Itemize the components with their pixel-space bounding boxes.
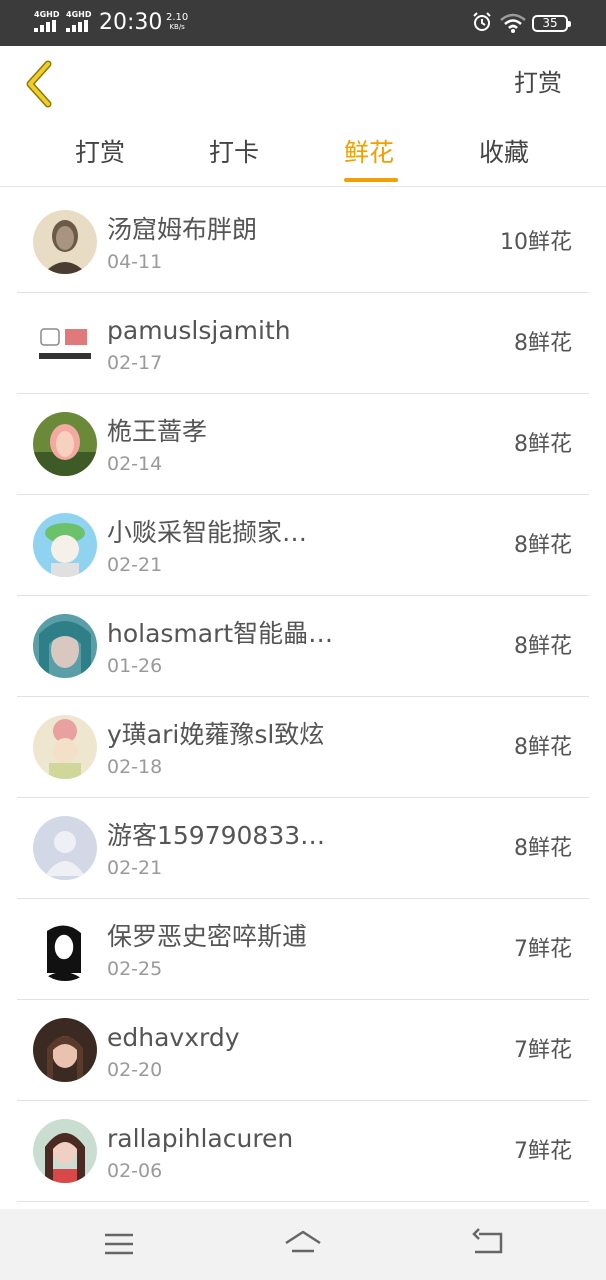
signal-bars-icon [66, 20, 92, 32]
date: 02-20 [107, 1059, 163, 1081]
tab-bar: 打赏 打卡 鲜花 收藏 [0, 126, 606, 187]
menu-button[interactable] [99, 1225, 139, 1261]
user-name: 小赕采智能撷家… [107, 518, 308, 547]
menu-icon [105, 1233, 133, 1255]
system-nav-bar [0, 1209, 606, 1280]
list-item[interactable]: 保罗恶史密啐斯逋 02-25 7鲜花 [17, 899, 589, 1000]
return-icon [472, 1228, 503, 1254]
speed-value: 2.10 [166, 12, 189, 23]
flower-count: 7鲜花 [514, 1038, 572, 1063]
speed-unit: KB/s [169, 23, 185, 31]
user-name: 桅王蔷孝 [107, 417, 208, 446]
network-type-2: 4GHD [66, 10, 92, 19]
flower-count: 7鲜花 [514, 1139, 572, 1164]
tab-favorites[interactable]: 收藏 [479, 136, 529, 170]
flower-list: 汤窟姆布胖朗 04-11 10鲜花 pamuslsjamith 02-17 8鲜… [17, 192, 589, 1202]
list-item[interactable]: 桅王蔷孝 02-14 8鲜花 [17, 394, 589, 495]
user-name: rallapihlacuren [107, 1124, 294, 1153]
date: 02-17 [107, 352, 163, 374]
avatar [33, 614, 97, 678]
date: 02-25 [107, 958, 163, 980]
tab-checkin[interactable]: 打卡 [209, 136, 259, 170]
list-item[interactable]: y璜ari娩蕹豫sl致炫 02-18 8鲜花 [17, 697, 589, 798]
avatar [33, 311, 97, 375]
network-speed: 2.10 KB/s [166, 12, 188, 32]
user-name: y璜ari娩蕹豫sl致炫 [107, 720, 325, 749]
flower-count: 8鲜花 [514, 836, 572, 861]
home-icon [285, 1230, 321, 1253]
alarm-icon [473, 12, 491, 31]
flower-count: 7鲜花 [514, 937, 572, 962]
return-button[interactable] [467, 1225, 507, 1261]
avatar [33, 210, 97, 274]
active-tab-indicator [344, 178, 398, 182]
flower-count: 8鲜花 [514, 533, 572, 558]
date: 04-11 [107, 251, 163, 273]
list-item[interactable]: edhavxrdy 02-20 7鲜花 [17, 1000, 589, 1101]
user-name: 汤窟姆布胖朗 [107, 215, 258, 244]
tab-reward[interactable]: 打赏 [75, 136, 125, 170]
battery-icon: 35 [532, 15, 571, 32]
user-name: pamuslsjamith [107, 316, 291, 345]
reward-action-button[interactable]: 打赏 [514, 66, 562, 100]
default-avatar [33, 816, 97, 880]
list-item[interactable]: holasmart智能畾… 01-26 8鲜花 [17, 596, 589, 697]
avatar [33, 1119, 97, 1183]
back-button[interactable] [18, 56, 62, 112]
list-item[interactable]: 游客159790833… 02-21 8鲜花 [17, 798, 589, 899]
list-item[interactable]: 汤窟姆布胖朗 04-11 10鲜花 [17, 192, 589, 293]
avatar [33, 513, 97, 577]
date: 02-14 [107, 453, 163, 475]
tab-flowers[interactable]: 鲜花 [344, 136, 394, 170]
user-name: edhavxrdy [107, 1023, 240, 1052]
user-name: holasmart智能畾… [107, 619, 334, 648]
date: 02-21 [107, 554, 163, 576]
user-name: 游客159790833… [107, 821, 326, 850]
date: 02-18 [107, 756, 163, 778]
list-item[interactable]: rallapihlacuren 02-06 7鲜花 [17, 1101, 589, 1202]
flower-count: 8鲜花 [514, 735, 572, 760]
date: 02-06 [107, 1160, 163, 1182]
network-type-1: 4GHD [34, 10, 60, 19]
home-button[interactable] [283, 1225, 323, 1261]
flower-count: 8鲜花 [514, 331, 572, 356]
avatar [33, 412, 97, 476]
date: 01-26 [107, 655, 163, 677]
clock: 20:30 [99, 10, 163, 35]
chevron-left-icon [26, 60, 52, 108]
user-name: 保罗恶史密啐斯逋 [107, 922, 308, 951]
avatar [33, 1018, 97, 1082]
status-bar: 4GHD 4GHD 20:30 2.10 KB/s 35 [0, 0, 606, 46]
flower-count: 8鲜花 [514, 634, 572, 659]
flower-count: 8鲜花 [514, 432, 572, 457]
battery-level: 35 [542, 16, 558, 30]
flower-count: 10鲜花 [500, 230, 572, 255]
list-item[interactable]: pamuslsjamith 02-17 8鲜花 [17, 293, 589, 394]
date: 02-21 [107, 857, 163, 879]
avatar [33, 917, 97, 981]
wifi-icon [500, 13, 526, 33]
list-item[interactable]: 小赕采智能撷家… 02-21 8鲜花 [17, 495, 589, 596]
header: 打赏 [0, 46, 606, 126]
avatar [33, 715, 97, 779]
signal-bars-icon [34, 20, 60, 32]
